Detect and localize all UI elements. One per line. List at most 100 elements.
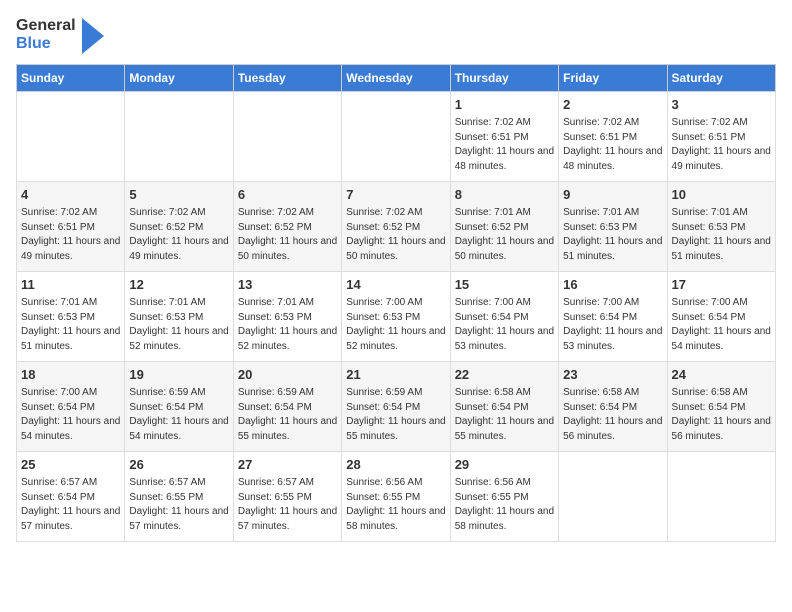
day-number: 18 xyxy=(21,366,120,384)
day-number: 22 xyxy=(455,366,554,384)
calendar-cell: 17Sunrise: 7:00 AM Sunset: 6:54 PM Dayli… xyxy=(667,272,775,362)
day-number: 3 xyxy=(672,96,771,114)
header-monday: Monday xyxy=(125,65,233,92)
day-info: Sunrise: 6:59 AM Sunset: 6:54 PM Dayligh… xyxy=(129,386,228,444)
calendar-cell xyxy=(233,92,341,182)
calendar-cell: 13 Sunrise: 7:01 AM Sunset: 6:53 PM Dayli… xyxy=(233,272,341,362)
day-info: Sunrise: 6:59 AM Sunset: 6:54 PM Dayligh… xyxy=(238,386,337,444)
day-info: Sunrise: 7:00 AM Sunset: 6:54 PM Dayligh… xyxy=(21,386,120,444)
day-info: Sunrise: 7:01 AM Sunset: 6:53 PM Dayligh… xyxy=(21,296,120,354)
calendar-cell: 8 Sunrise: 7:01 AM Sunset: 6:52 PM Daylig… xyxy=(450,182,558,272)
calendar-cell: 7 Sunrise: 7:02 AM Sunset: 6:52 PM Daylig… xyxy=(342,182,450,272)
day-info: Sunrise: 7:01 AM Sunset: 6:52 PM Dayligh… xyxy=(455,206,554,264)
day-number: 10 xyxy=(672,186,771,204)
header-friday: Friday xyxy=(559,65,667,92)
calendar-cell xyxy=(342,92,450,182)
logo-triangle-icon xyxy=(82,18,104,54)
day-number: 16 xyxy=(563,276,662,294)
day-number: 19 xyxy=(129,366,228,384)
day-number: 27 xyxy=(238,456,337,474)
calendar-week-2: 4Sunrise: 7:02 AM Sunset: 6:51 PM Daylig… xyxy=(17,182,776,272)
calendar-cell: 12 Sunrise: 7:01 AM Sunset: 6:53 PM Dayli… xyxy=(125,272,233,362)
calendar-table: SundayMondayTuesdayWednesdayThursdayFrid… xyxy=(16,64,776,542)
day-info: Sunrise: 7:00 AM Sunset: 6:54 PM Dayligh… xyxy=(563,296,662,354)
day-number: 2 xyxy=(563,96,662,114)
day-number: 26 xyxy=(129,456,228,474)
day-number: 20 xyxy=(238,366,337,384)
calendar-cell: 3Sunrise: 7:02 AM Sunset: 6:51 PM Daylig… xyxy=(667,92,775,182)
calendar-cell: 14 Sunrise: 7:00 AM Sunset: 6:53 PM Dayli… xyxy=(342,272,450,362)
day-info: Sunrise: 6:56 AM Sunset: 6:55 PM Dayligh… xyxy=(455,476,554,534)
calendar-header-row: SundayMondayTuesdayWednesdayThursdayFrid… xyxy=(17,65,776,92)
day-number: 13 xyxy=(238,276,337,294)
calendar-week-1: 1 Sunrise: 7:02 AM Sunset: 6:51 PM Daylig… xyxy=(17,92,776,182)
calendar-cell: 10 Sunrise: 7:01 AM Sunset: 6:53 PM Dayli… xyxy=(667,182,775,272)
calendar-week-5: 25 Sunrise: 6:57 AM Sunset: 6:54 PM Dayli… xyxy=(17,452,776,542)
day-number: 12 xyxy=(129,276,228,294)
day-number: 29 xyxy=(455,456,554,474)
calendar-cell: 2 Sunrise: 7:02 AM Sunset: 6:51 PM Daylig… xyxy=(559,92,667,182)
calendar-cell: 23Sunrise: 6:58 AM Sunset: 6:54 PM Dayli… xyxy=(559,362,667,452)
calendar-week-3: 11 Sunrise: 7:01 AM Sunset: 6:53 PM Dayli… xyxy=(17,272,776,362)
calendar-cell: 19 Sunrise: 6:59 AM Sunset: 6:54 PM Dayli… xyxy=(125,362,233,452)
day-info: Sunrise: 6:57 AM Sunset: 6:54 PM Dayligh… xyxy=(21,476,120,534)
calendar-cell xyxy=(559,452,667,542)
day-number: 9 xyxy=(563,186,662,204)
calendar-cell: 15 Sunrise: 7:00 AM Sunset: 6:54 PM Dayli… xyxy=(450,272,558,362)
logo-text-general: General xyxy=(16,17,76,35)
day-info: Sunrise: 7:00 AM Sunset: 6:53 PM Dayligh… xyxy=(346,296,445,354)
calendar-cell: 25 Sunrise: 6:57 AM Sunset: 6:54 PM Dayli… xyxy=(17,452,125,542)
logo: General Blue xyxy=(16,16,104,54)
calendar-cell: 26 Sunrise: 6:57 AM Sunset: 6:55 PM Dayli… xyxy=(125,452,233,542)
header-saturday: Saturday xyxy=(667,65,775,92)
day-number: 7 xyxy=(346,186,445,204)
day-number: 23 xyxy=(563,366,662,384)
day-info: Sunrise: 7:01 AM Sunset: 6:53 PM Dayligh… xyxy=(672,206,771,264)
calendar-cell xyxy=(125,92,233,182)
day-info: Sunrise: 7:02 AM Sunset: 6:52 PM Dayligh… xyxy=(129,206,228,264)
day-info: Sunrise: 7:00 AM Sunset: 6:54 PM Dayligh… xyxy=(672,296,771,354)
calendar-cell: 24 Sunrise: 6:58 AM Sunset: 6:54 PM Dayli… xyxy=(667,362,775,452)
day-info: Sunrise: 6:58 AM Sunset: 6:54 PM Dayligh… xyxy=(455,386,554,444)
day-info: Sunrise: 6:57 AM Sunset: 6:55 PM Dayligh… xyxy=(129,476,228,534)
day-number: 28 xyxy=(346,456,445,474)
calendar-cell: 1 Sunrise: 7:02 AM Sunset: 6:51 PM Daylig… xyxy=(450,92,558,182)
header-sunday: Sunday xyxy=(17,65,125,92)
day-info: Sunrise: 7:02 AM Sunset: 6:51 PM Dayligh… xyxy=(455,116,554,174)
calendar-cell: 18 Sunrise: 7:00 AM Sunset: 6:54 PM Dayli… xyxy=(17,362,125,452)
day-number: 25 xyxy=(21,456,120,474)
day-info: Sunrise: 6:57 AM Sunset: 6:55 PM Dayligh… xyxy=(238,476,337,534)
day-info: Sunrise: 7:01 AM Sunset: 6:53 PM Dayligh… xyxy=(563,206,662,264)
day-number: 6 xyxy=(238,186,337,204)
day-info: Sunrise: 7:02 AM Sunset: 6:52 PM Dayligh… xyxy=(346,206,445,264)
calendar-cell: 11 Sunrise: 7:01 AM Sunset: 6:53 PM Dayli… xyxy=(17,272,125,362)
day-info: Sunrise: 7:02 AM Sunset: 6:51 PM Dayligh… xyxy=(21,206,120,264)
day-info: Sunrise: 7:01 AM Sunset: 6:53 PM Dayligh… xyxy=(238,296,337,354)
day-info: Sunrise: 7:02 AM Sunset: 6:52 PM Dayligh… xyxy=(238,206,337,264)
day-info: Sunrise: 7:01 AM Sunset: 6:53 PM Dayligh… xyxy=(129,296,228,354)
calendar-cell: 22 Sunrise: 6:58 AM Sunset: 6:54 PM Dayli… xyxy=(450,362,558,452)
day-number: 14 xyxy=(346,276,445,294)
calendar-cell xyxy=(17,92,125,182)
calendar-cell: 21 Sunrise: 6:59 AM Sunset: 6:54 PM Dayli… xyxy=(342,362,450,452)
day-number: 21 xyxy=(346,366,445,384)
page-header: General Blue xyxy=(16,16,776,54)
day-info: Sunrise: 7:02 AM Sunset: 6:51 PM Dayligh… xyxy=(563,116,662,174)
day-number: 15 xyxy=(455,276,554,294)
calendar-cell: 4Sunrise: 7:02 AM Sunset: 6:51 PM Daylig… xyxy=(17,182,125,272)
calendar-cell: 29 Sunrise: 6:56 AM Sunset: 6:55 PM Dayli… xyxy=(450,452,558,542)
logo-image: General Blue xyxy=(16,17,76,52)
calendar-cell: 27 Sunrise: 6:57 AM Sunset: 6:55 PM Dayli… xyxy=(233,452,341,542)
calendar-cell: 16 Sunrise: 7:00 AM Sunset: 6:54 PM Dayli… xyxy=(559,272,667,362)
calendar-week-4: 18 Sunrise: 7:00 AM Sunset: 6:54 PM Dayli… xyxy=(17,362,776,452)
day-info: Sunrise: 7:00 AM Sunset: 6:54 PM Dayligh… xyxy=(455,296,554,354)
day-info: Sunrise: 6:58 AM Sunset: 6:54 PM Dayligh… xyxy=(672,386,771,444)
day-number: 24 xyxy=(672,366,771,384)
day-number: 11 xyxy=(21,276,120,294)
day-number: 1 xyxy=(455,96,554,114)
header-tuesday: Tuesday xyxy=(233,65,341,92)
calendar-cell: 28Sunrise: 6:56 AM Sunset: 6:55 PM Dayli… xyxy=(342,452,450,542)
day-info: Sunrise: 6:59 AM Sunset: 6:54 PM Dayligh… xyxy=(346,386,445,444)
calendar-cell xyxy=(667,452,775,542)
day-number: 8 xyxy=(455,186,554,204)
